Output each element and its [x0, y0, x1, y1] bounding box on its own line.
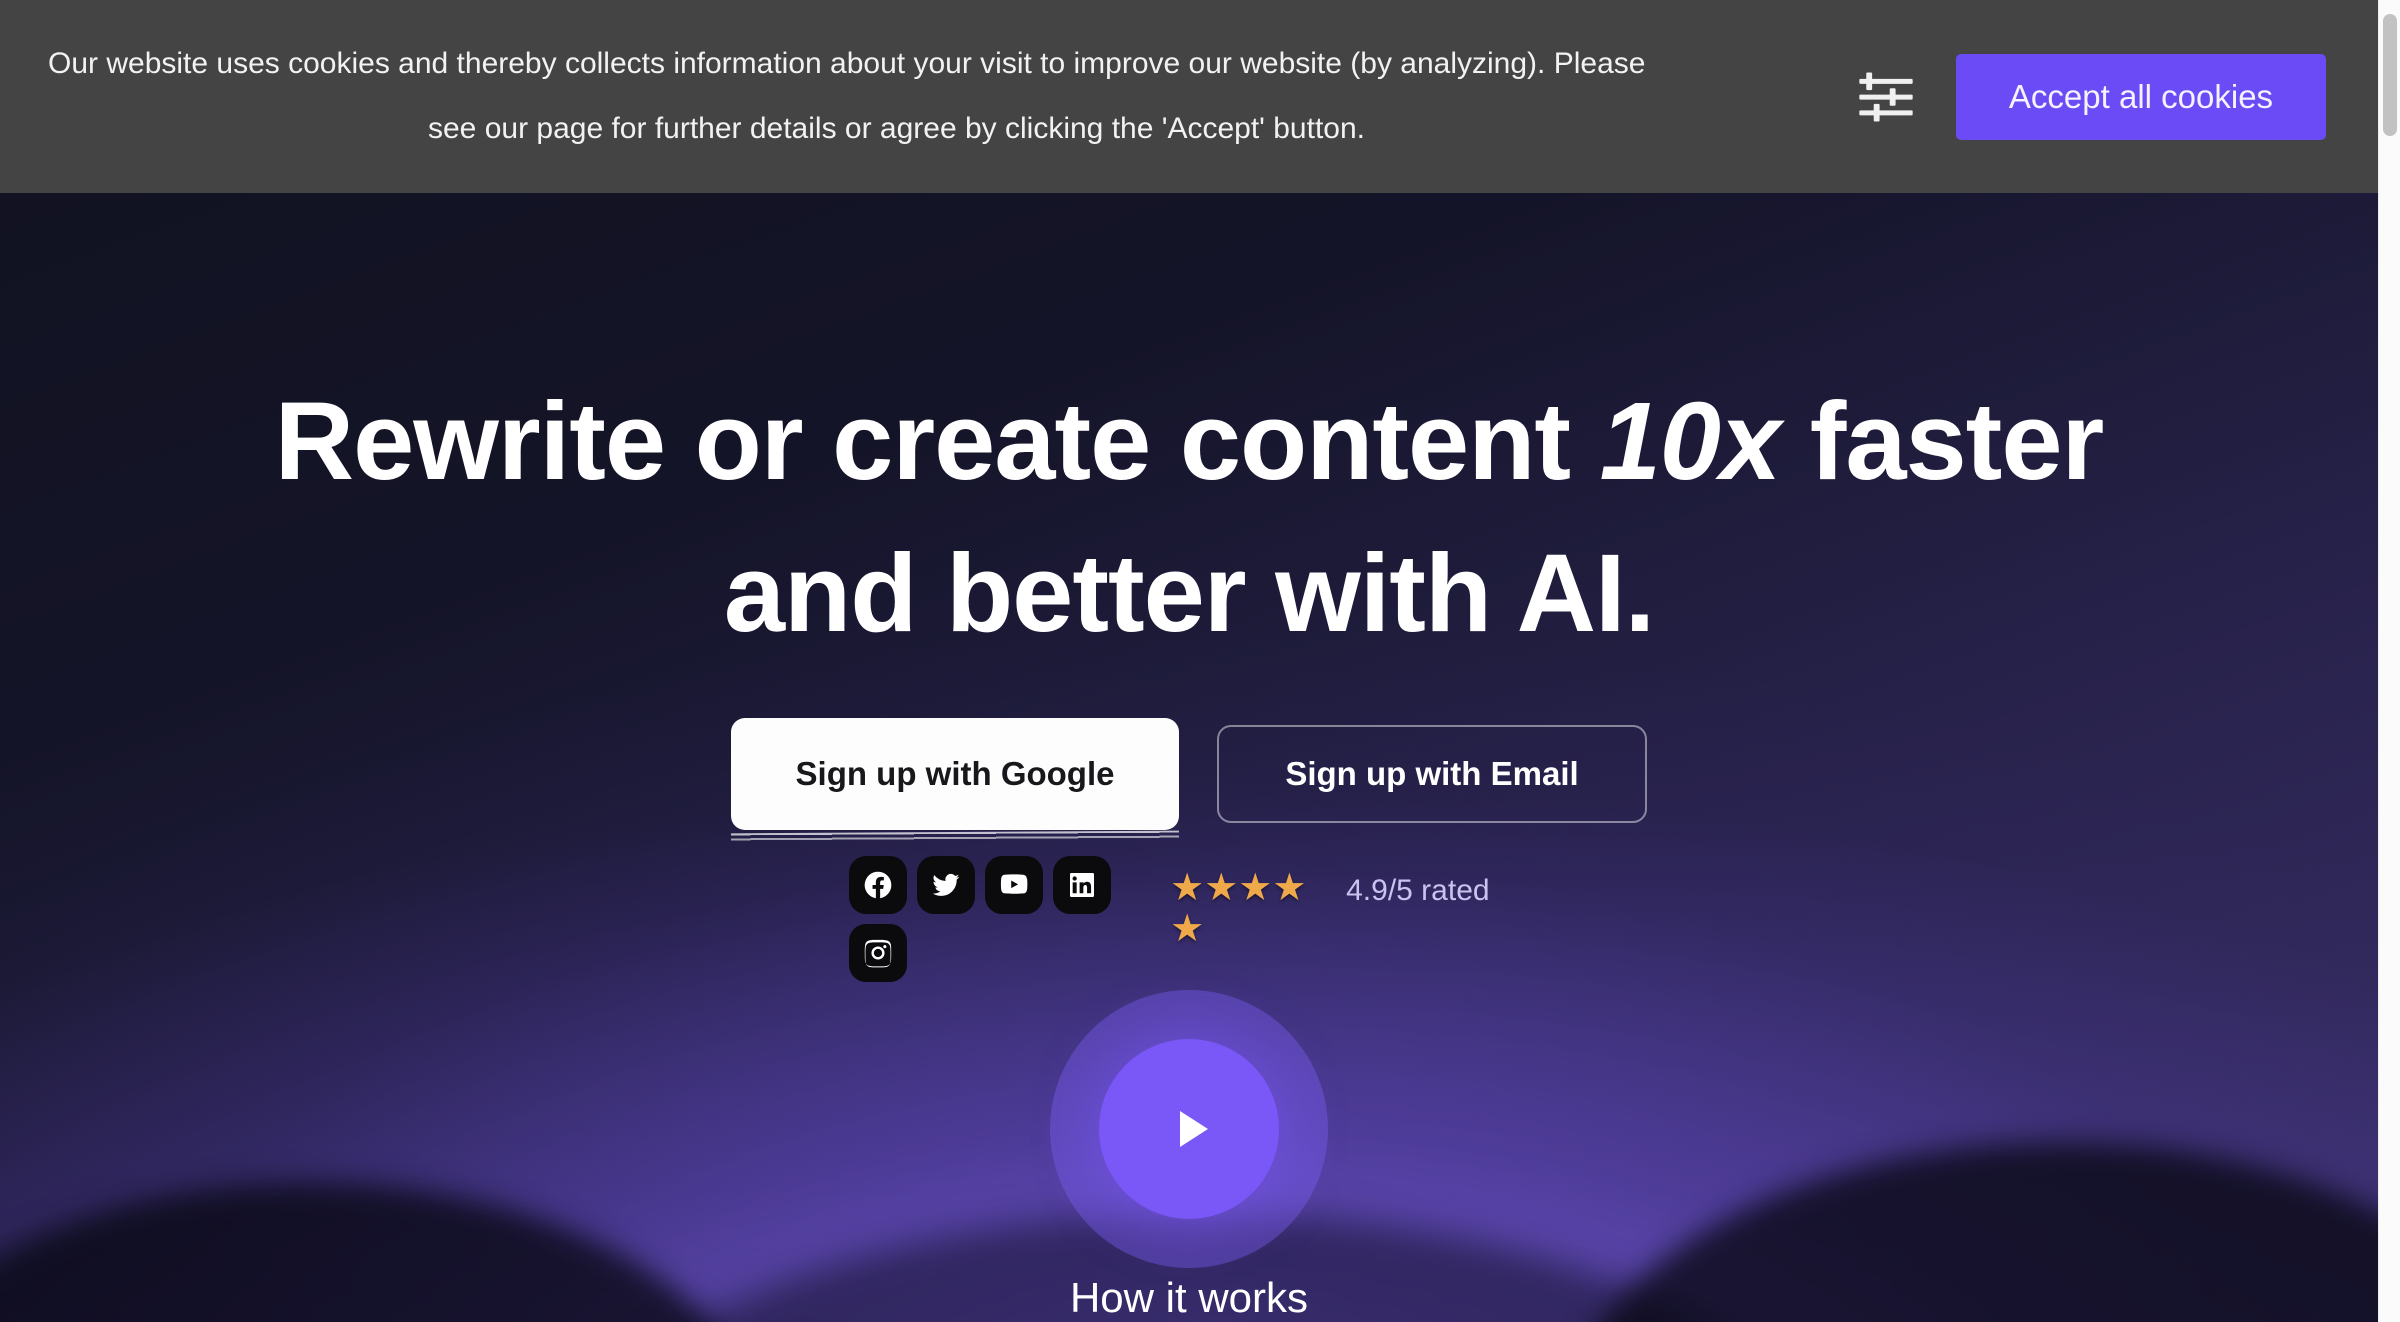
instagram-icon[interactable] — [849, 923, 907, 982]
page-title: Rewrite or create content 10x faster and… — [179, 366, 2199, 670]
play-icon[interactable] — [1099, 1038, 1279, 1219]
linkedin-icon[interactable] — [1053, 855, 1111, 914]
hero-title-part1: Rewrite or create content — [274, 380, 1600, 503]
sign-up-with-email-button[interactable]: Sign up with Email — [1217, 724, 1647, 823]
rating-block: ★ ★ ★ ★ ★ 4.9/5 rated — [1170, 856, 1529, 950]
rating-star: ★ — [1204, 866, 1239, 909]
rating-label: 4.9/5 rated — [1346, 873, 1490, 907]
rating-star: ★ — [1170, 907, 1205, 950]
rating-stars: ★ ★ ★ ★ ★ — [1170, 866, 1312, 950]
accept-all-cookies-button[interactable]: Accept all cookies — [1956, 53, 2326, 140]
play-button-ring — [1050, 989, 1328, 1268]
cookie-consent-banner: Our website uses cookies and thereby col… — [0, 0, 2378, 193]
cookie-banner-text: Our website uses cookies and thereby col… — [48, 32, 1854, 160]
sign-up-with-google-button[interactable]: Sign up with Google — [731, 717, 1179, 830]
twitter-icon[interactable] — [917, 855, 975, 914]
social-proof-row: ★ ★ ★ ★ ★ 4.9/5 rated — [849, 855, 1529, 982]
hero-section: Rewrite or create content 10x faster and… — [0, 193, 2378, 1322]
facebook-icon[interactable] — [849, 855, 907, 914]
sliders-icon[interactable] — [1854, 65, 1918, 129]
cookie-banner-line1: Our website uses cookies and thereby col… — [48, 47, 1646, 81]
social-links-list — [849, 855, 1126, 982]
rating-star: ★ — [1238, 866, 1273, 909]
youtube-icon[interactable] — [985, 855, 1043, 914]
cta-button-row: Sign up with Google Sign up with Email — [731, 717, 1647, 830]
how-it-works-label: How it works — [1069, 1273, 1309, 1321]
how-it-works-button[interactable]: How it works — [1050, 989, 1328, 1322]
hero-title-accent: 10x — [1599, 380, 1782, 503]
page-scrollbar[interactable] — [2378, 0, 2400, 1322]
rating-star: ★ — [1272, 866, 1307, 909]
rating-star: ★ — [1170, 866, 1205, 909]
cookie-banner-line2: see our page for further details or agre… — [428, 111, 1365, 145]
scrollbar-thumb[interactable] — [2383, 14, 2397, 136]
play-triangle-glyph — [1179, 1110, 1208, 1147]
